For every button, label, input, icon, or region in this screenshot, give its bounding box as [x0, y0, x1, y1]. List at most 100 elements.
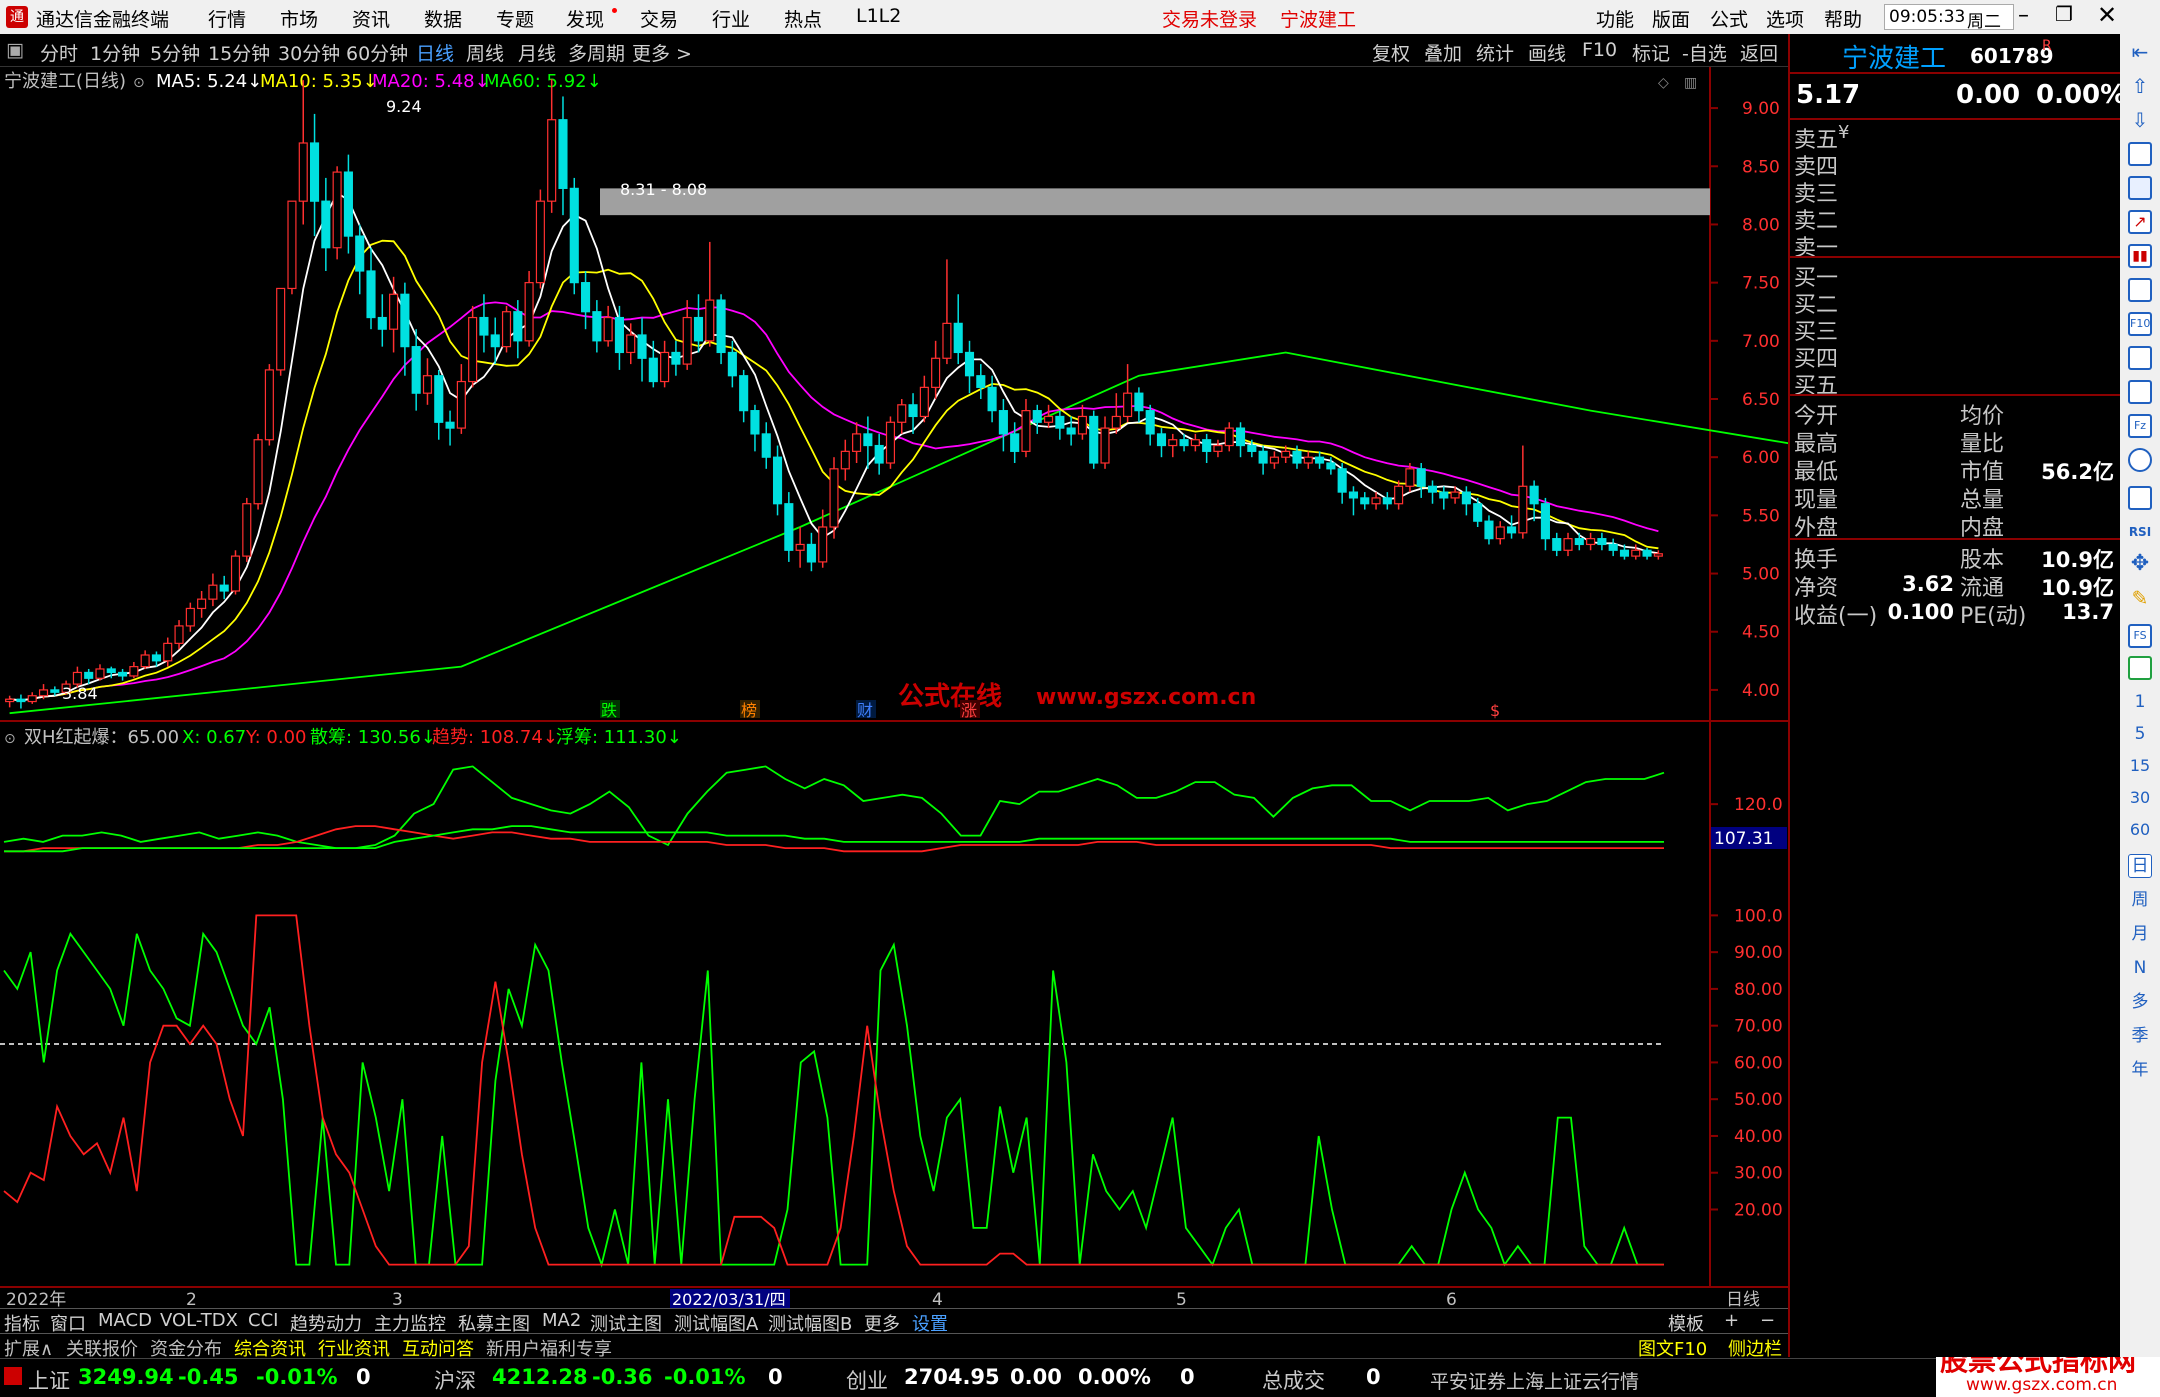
candle-down: [1156, 433, 1167, 447]
period-n-icon[interactable]: N: [2128, 956, 2152, 980]
period-month-icon[interactable]: 月: [2128, 922, 2152, 946]
period-15-icon[interactable]: 15: [2128, 754, 2152, 778]
line-chart-icon[interactable]: ↗: [2128, 210, 2152, 234]
cy-name[interactable]: 创业: [846, 1365, 888, 1395]
menu-l1l2[interactable]: L1L2: [856, 5, 901, 27]
tab-vol-tdx[interactable]: VOL-TDX: [160, 1310, 238, 1331]
candle-down: [1360, 497, 1370, 505]
hs-name[interactable]: 沪深: [434, 1365, 476, 1395]
document-icon[interactable]: [2128, 380, 2152, 404]
login-status[interactable]: 交易未登录: [1162, 5, 1257, 32]
period-weekly[interactable]: 周线: [466, 39, 504, 66]
marker-die[interactable]: 跌: [601, 701, 617, 720]
btn-fanhui[interactable]: 返回: [1740, 39, 1778, 66]
menu-faxian[interactable]: 发现: [566, 5, 604, 32]
kline-icon[interactable]: ▮▮: [2128, 244, 2152, 268]
candle-up: [829, 468, 839, 528]
fs-icon[interactable]: FS: [2128, 624, 2152, 648]
circle-icon[interactable]: [2128, 448, 2152, 472]
period-30min[interactable]: 30分钟: [278, 39, 340, 66]
period-multi-icon[interactable]: 多: [2128, 990, 2152, 1014]
btn-tongji[interactable]: 统计: [1476, 39, 1514, 66]
period-1min[interactable]: 1分钟: [90, 39, 140, 66]
chart-diamond-icon[interactable]: ◇: [1658, 75, 1669, 91]
menu-hangye[interactable]: 行业: [712, 5, 750, 32]
tab-macd[interactable]: MACD: [98, 1310, 152, 1331]
period-day-icon[interactable]: 日: [2128, 854, 2152, 878]
tab-ma2[interactable]: MA2: [542, 1310, 581, 1331]
rsi-icon[interactable]: RSI: [2128, 520, 2152, 544]
pencil-icon[interactable]: ✎: [2128, 586, 2152, 610]
btn-zixuan[interactable]: -自选: [1682, 39, 1727, 66]
collapse-icon[interactable]: ⇤: [2128, 40, 2152, 64]
arrow-up-icon[interactable]: ⇧: [2128, 74, 2152, 98]
period-60-icon[interactable]: 60: [2128, 818, 2152, 842]
maximize-icon[interactable]: ❐: [2055, 2, 2073, 26]
menu-gongneng[interactable]: 功能: [1596, 5, 1634, 32]
candle-down: [1348, 491, 1359, 499]
menu-shuju[interactable]: 数据: [424, 5, 462, 32]
tab-minus[interactable]: −: [1760, 1310, 1775, 1331]
period-fenshi[interactable]: 分时: [40, 39, 78, 66]
period-season-icon[interactable]: 季: [2128, 1024, 2152, 1048]
menu-gongshi[interactable]: 公式: [1710, 5, 1748, 32]
indicator-dropdown-icon[interactable]: ⊙: [4, 731, 16, 747]
news-icon[interactable]: [2128, 278, 2152, 302]
menu-hangqing[interactable]: 行情: [208, 5, 246, 32]
x-period-label: 日线: [1726, 1290, 1760, 1308]
move-icon[interactable]: ✥: [2128, 552, 2152, 576]
status-info[interactable]: 平安证券上海上证云行情: [1430, 1367, 1639, 1394]
btn-diejia[interactable]: 叠加: [1424, 39, 1462, 66]
fz-icon[interactable]: Fz: [2128, 414, 2152, 438]
indicator-chart[interactable]: ⊙ 双H红起爆：65.00 X: 0.67 Y: 0.00 散筹: 130.56…: [0, 721, 1787, 1287]
btn-fuquan[interactable]: 复权: [1372, 39, 1410, 66]
menu-zixun[interactable]: 资讯: [352, 5, 390, 32]
bars-icon[interactable]: [2128, 486, 2152, 510]
candle-down: [490, 334, 500, 348]
arrow-down-icon[interactable]: ⇩: [2128, 108, 2152, 132]
period-5min[interactable]: 5分钟: [150, 39, 200, 66]
period-daily[interactable]: 日线: [416, 39, 454, 66]
btn-huaxian[interactable]: 画线: [1528, 39, 1566, 66]
btn-biaoji[interactable]: 标记: [1632, 39, 1670, 66]
marker-bang[interactable]: 榜: [741, 701, 757, 720]
period-15min[interactable]: 15分钟: [208, 39, 270, 66]
candlestick-chart[interactable]: 宁波建工(日线) ⊙ MA5: 5.24↓ MA10: 5.35↓ MA20: …: [0, 67, 1788, 722]
marker-dollar[interactable]: $: [1490, 701, 1500, 720]
table-icon[interactable]: [2128, 346, 2152, 370]
period-monthly[interactable]: 月线: [518, 39, 556, 66]
btn-f10[interactable]: F10: [1582, 39, 1617, 61]
period-30-icon[interactable]: 30: [2128, 786, 2152, 810]
toolbar-toggle-icon[interactable]: ▣: [6, 39, 24, 61]
tab-plus[interactable]: +: [1724, 1310, 1739, 1331]
period-year-icon[interactable]: 年: [2128, 1058, 2152, 1082]
chart-panel-icon[interactable]: ▥: [1684, 75, 1697, 91]
quote-list-icon[interactable]: [2128, 142, 2152, 166]
period-5-icon[interactable]: 5: [2128, 722, 2152, 746]
grid-icon[interactable]: [2128, 176, 2152, 200]
menu-zhuanti[interactable]: 专题: [496, 5, 534, 32]
menu-bangzhu[interactable]: 帮助: [1824, 5, 1862, 32]
period-multi[interactable]: 多周期: [568, 39, 625, 66]
marker-zhang[interactable]: 涨: [961, 701, 977, 720]
period-60min[interactable]: 60分钟: [346, 39, 408, 66]
menu-banmian[interactable]: 版面: [1652, 5, 1690, 32]
period-more[interactable]: 更多 >: [632, 39, 692, 66]
menu-xuanxiang[interactable]: 选项: [1766, 5, 1804, 32]
period-1-icon[interactable]: 1: [2128, 690, 2152, 714]
marker-cai[interactable]: 财: [857, 701, 873, 720]
sh-name[interactable]: 上证: [28, 1365, 70, 1395]
refresh-icon[interactable]: [2128, 656, 2152, 680]
total-name[interactable]: 总成交: [1262, 1365, 1325, 1395]
title-dropdown-icon[interactable]: ⊙: [133, 75, 145, 91]
minimize-icon[interactable]: –: [2018, 3, 2029, 28]
chart-area[interactable]: 宁波建工(日线) ⊙ MA5: 5.24↓ MA10: 5.35↓ MA20: …: [0, 67, 1788, 1308]
menu-shichang[interactable]: 市场: [280, 5, 318, 32]
menu-jiaoyi[interactable]: 交易: [640, 5, 678, 32]
period-week-icon[interactable]: 周: [2128, 888, 2152, 912]
close-icon[interactable]: ✕: [2097, 1, 2117, 29]
tab-cci[interactable]: CCI: [248, 1310, 278, 1331]
lower-tick-label: 100.0: [1734, 906, 1783, 926]
menu-redian[interactable]: 热点: [784, 5, 822, 32]
f10-icon[interactable]: F10: [2128, 312, 2152, 336]
